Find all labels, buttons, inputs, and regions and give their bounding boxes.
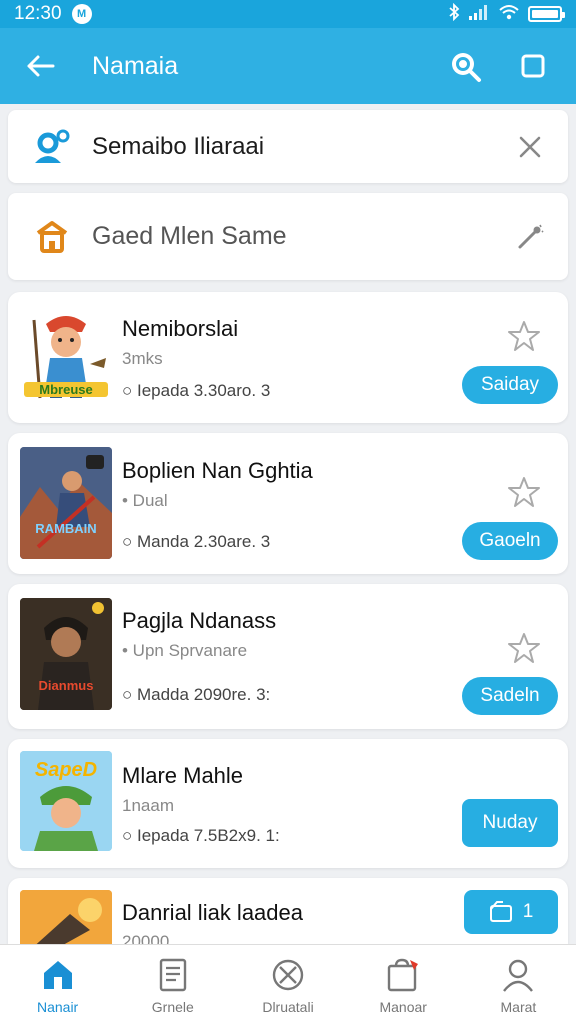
battery-icon — [528, 6, 565, 22]
favorite-button[interactable] — [504, 316, 544, 356]
person-icon — [500, 957, 536, 993]
list-item[interactable]: Danrial liak laadea 20000 1 — [8, 878, 568, 944]
nav-label: Grnele — [151, 999, 194, 1015]
bottom-nav: Nanair Grnele Dlruatali Manoar Marat — [0, 944, 576, 1024]
list-item[interactable]: SapeD Mlare Mahle 1naam ○ Iepada 7.5B2x9… — [8, 739, 568, 868]
close-icon — [519, 136, 541, 157]
game-thumbnail: SapeD — [20, 751, 112, 851]
item-subtitle: • Dual — [122, 491, 168, 510]
game-thumbnail: Mbreuse — [20, 302, 112, 414]
button-label: 1 — [522, 901, 534, 922]
app-bar: Namaia — [0, 28, 576, 104]
nav-label: Nanair — [36, 999, 79, 1015]
filter-label: Semaibo Iliaraai — [92, 132, 265, 160]
nav-item-home[interactable]: Nanair — [0, 945, 115, 1024]
item-title: Nemiborslai — [122, 316, 239, 341]
status-icons — [448, 2, 565, 26]
nav-item-document[interactable]: Grnele — [115, 945, 230, 1024]
status-bar: 12:30 M — [0, 0, 576, 28]
item-meta: ○ Madda 2090re. 3: — [122, 685, 271, 704]
nav-item-store[interactable]: Manoar — [346, 945, 461, 1024]
clear-filter-button[interactable] — [512, 129, 548, 165]
nav-item-profile[interactable]: Marat — [461, 945, 576, 1024]
list-item[interactable]: Mbreuse Nemiborslai 3mks ○ Iepada 3.30ar… — [8, 292, 568, 423]
item-subtitle: • Upn Sprvanare — [122, 641, 248, 660]
add-button[interactable]: 1 — [464, 890, 558, 934]
search-icon — [452, 53, 481, 82]
filter-label: Gaed Mlen Same — [92, 222, 287, 250]
list-item[interactable]: Dianmus Pagjla Ndanass • Upn Sprvanare ○… — [8, 584, 568, 729]
game-thumbnail: RAMBAIN — [20, 447, 112, 559]
item-meta: ○ Manda 2.30are. 3 — [122, 532, 271, 551]
item-title: Pagjla Ndanass — [122, 608, 277, 633]
square-button[interactable] — [512, 45, 554, 87]
back-arrow-icon — [27, 55, 55, 77]
star-icon — [508, 477, 540, 507]
list-item[interactable]: RAMBAIN Boplien Nan Gghtia • Dual ○ Mand… — [8, 433, 568, 574]
wifi-icon — [498, 3, 520, 26]
item-meta: ○ Iepada 3.30aro. 3 — [122, 381, 271, 400]
action-button[interactable]: Sadeln — [462, 677, 558, 715]
bluetooth-icon — [448, 2, 460, 26]
item-meta: ○ Iepada 7.5B2x9. 1: — [122, 826, 280, 845]
nav-label: Dlruatali — [262, 999, 314, 1015]
item-subtitle: 20000 — [122, 932, 170, 944]
star-icon — [508, 321, 540, 351]
folder-icon — [489, 901, 512, 922]
home-icon — [40, 957, 76, 993]
page-title: Namaia — [92, 51, 179, 80]
user-gear-icon — [30, 125, 74, 169]
wand-icon — [518, 224, 544, 248]
item-title: Boplien Nan Gghtia — [122, 458, 313, 483]
nav-label: Manoar — [379, 999, 427, 1015]
nav-label: Marat — [500, 999, 537, 1015]
item-subtitle: 3mks — [122, 349, 163, 368]
filter-user[interactable]: Semaibo Iliaraai — [8, 110, 568, 183]
home-icon — [30, 215, 74, 259]
signal-icon — [468, 3, 490, 26]
action-button[interactable]: Saiday — [462, 366, 558, 404]
game-thumbnail: Dianmus — [20, 598, 112, 710]
notification-badge-icon: M — [71, 4, 92, 24]
bag-icon — [385, 957, 421, 993]
item-title: Mlare Mahle — [122, 763, 244, 788]
filter-game[interactable]: Gaed Mlen Same — [8, 193, 568, 280]
status-time: 12:30 — [14, 3, 62, 24]
game-thumbnail — [20, 890, 112, 944]
square-icon — [521, 54, 545, 78]
item-subtitle: 1naam — [122, 796, 174, 815]
app-bar-actions — [444, 45, 554, 87]
favorite-button[interactable] — [504, 628, 544, 668]
thumb-label: RAMBAIN — [35, 521, 97, 536]
edit-filter-button[interactable] — [512, 219, 548, 255]
favorite-button[interactable] — [504, 472, 544, 512]
thumb-label: Dianmus — [38, 678, 94, 693]
document-icon — [155, 957, 191, 993]
thumb-label: Mbreuse — [24, 382, 108, 397]
thumb-label: SapeD — [34, 759, 98, 781]
search-button[interactable] — [444, 45, 486, 87]
compass-icon — [270, 957, 306, 993]
star-icon — [508, 633, 540, 663]
back-button[interactable] — [20, 46, 60, 86]
action-button[interactable]: Nuday — [462, 799, 558, 847]
nav-item-explore[interactable]: Dlruatali — [230, 945, 345, 1024]
item-title: Danrial liak laadea — [122, 900, 303, 925]
action-button[interactable]: Gaoeln — [462, 522, 558, 560]
